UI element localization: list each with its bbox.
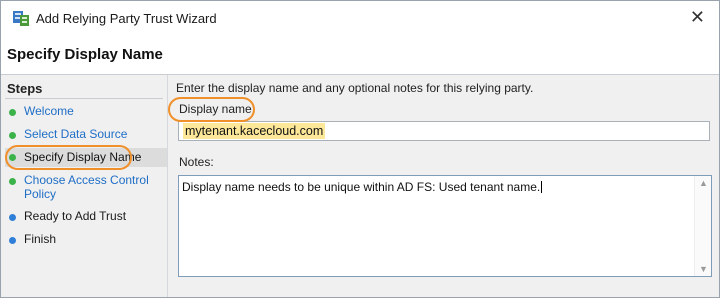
- step-label: Ready to Add Trust: [24, 209, 127, 223]
- step-complete-icon: [9, 178, 16, 185]
- scroll-down-icon[interactable]: ▼: [699, 264, 708, 274]
- step-finish[interactable]: Finish: [5, 232, 167, 248]
- steps-divider: [5, 98, 163, 99]
- step-pending-icon: [9, 237, 16, 244]
- step-complete-icon: [9, 154, 16, 161]
- wizard-header: Specify Display Name: [1, 35, 719, 75]
- close-icon[interactable]: ✕: [690, 7, 705, 27]
- notes-text-wrapper: Display name needs to be unique within A…: [182, 180, 543, 194]
- notes-value: Display name needs to be unique within A…: [182, 180, 541, 194]
- step-label: Choose Access Control Policy: [24, 173, 149, 201]
- text-caret: [541, 181, 543, 193]
- adfs-wizard-icon: [13, 11, 29, 26]
- main-panel: Enter the display name and any optional …: [173, 75, 719, 297]
- step-welcome[interactable]: Welcome: [5, 104, 167, 120]
- step-complete-icon: [9, 109, 16, 116]
- display-name-input[interactable]: mytenant.kacecloud.com: [178, 121, 710, 141]
- wizard-window: Add Relying Party Trust Wizard ✕ Specify…: [0, 0, 720, 298]
- steps-panel: Steps Welcome Select Data Source Specify…: [1, 75, 168, 297]
- step-label: Specify Display Name: [24, 150, 142, 164]
- wizard-content: Steps Welcome Select Data Source Specify…: [1, 75, 719, 297]
- step-select-data-source[interactable]: Select Data Source: [5, 127, 167, 143]
- notes-label: Notes:: [179, 155, 214, 169]
- step-ready-to-add-trust[interactable]: Ready to Add Trust: [5, 209, 167, 225]
- steps-title: Steps: [7, 81, 43, 96]
- step-label: Finish: [24, 232, 57, 246]
- instructions-text: Enter the display name and any optional …: [176, 81, 534, 95]
- step-pending-icon: [9, 214, 16, 221]
- display-name-label: Display name:: [179, 102, 256, 116]
- title-bar: Add Relying Party Trust Wizard ✕: [1, 1, 719, 35]
- step-choose-access-control-policy[interactable]: Choose Access Control Policy: [5, 173, 167, 203]
- notes-scrollbar[interactable]: ▲ ▼: [694, 176, 711, 276]
- page-title: Specify Display Name: [7, 46, 163, 63]
- notes-textarea[interactable]: Display name needs to be unique within A…: [178, 175, 712, 277]
- step-label: Select Data Source: [24, 127, 128, 141]
- window-title: Add Relying Party Trust Wizard: [36, 11, 217, 26]
- step-label: Welcome: [24, 104, 74, 118]
- step-specify-display-name[interactable]: Specify Display Name: [5, 148, 167, 167]
- scroll-up-icon[interactable]: ▲: [699, 178, 708, 188]
- display-name-value: mytenant.kacecloud.com: [183, 123, 326, 139]
- step-complete-icon: [9, 132, 16, 139]
